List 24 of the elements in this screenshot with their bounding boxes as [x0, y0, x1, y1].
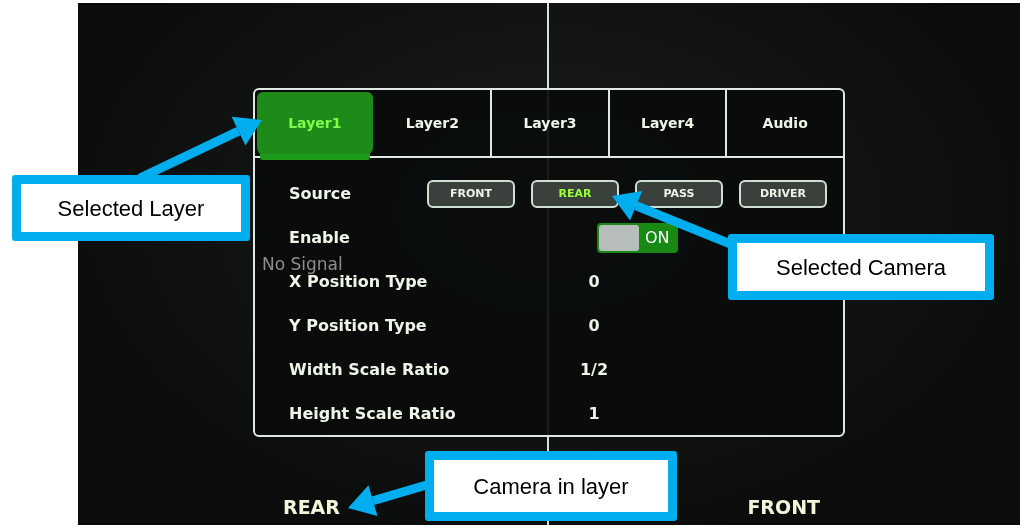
camera-label: REAR — [283, 495, 340, 520]
toggle-switch[interactable]: ON — [597, 223, 678, 253]
source-button[interactable]: FRONT — [427, 180, 515, 208]
setting-label: Source — [289, 183, 352, 205]
status-text: No Signal — [262, 253, 343, 274]
setting-label: Enable — [289, 227, 351, 249]
camera-label: FRONT — [747, 495, 820, 520]
source-button[interactable]: DRIVER — [739, 180, 827, 208]
layer-tab[interactable]: Layer3 — [492, 90, 610, 156]
callout-box: Camera in layer — [425, 451, 677, 521]
setting-label: Height Scale Ratio — [289, 403, 457, 425]
layer-tab[interactable]: Layer2 — [374, 90, 493, 156]
setting-value: 1/2 — [578, 359, 610, 381]
callout-box: Selected Layer — [12, 175, 250, 241]
setting-label: Y Position Type — [289, 315, 428, 337]
setting-label: X Position Type — [289, 272, 429, 293]
source-button[interactable]: PASS — [635, 180, 723, 208]
setting-value: 0 — [587, 315, 601, 337]
callout-box: Selected Camera — [728, 234, 994, 300]
layer-tab[interactable]: Audio — [727, 90, 843, 156]
source-button[interactable]: REAR — [531, 180, 619, 208]
setting-value: 1 — [587, 403, 601, 425]
layer-tab[interactable]: Layer4 — [609, 90, 728, 156]
setting-value: 0 — [587, 271, 601, 293]
